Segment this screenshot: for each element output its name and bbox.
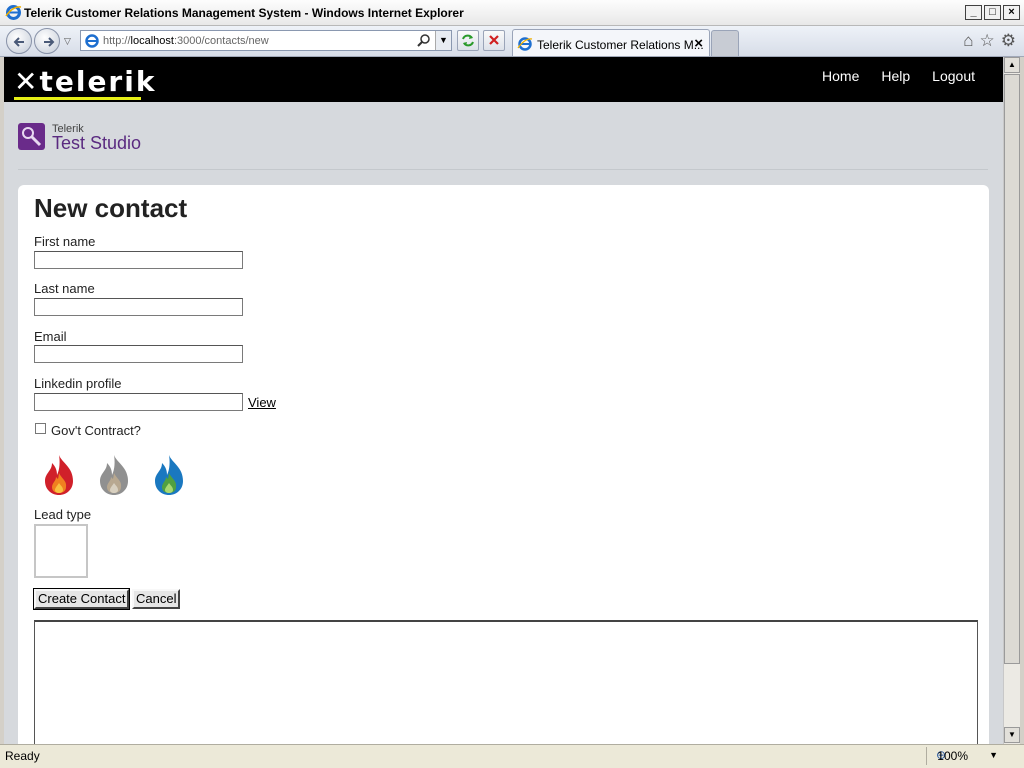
scroll-up-icon[interactable]: ▲ [1004, 57, 1020, 73]
minimize-button[interactable]: _ [965, 5, 982, 20]
browser-nav-bar: ▽ http://localhost:3000/contacts/new ▼ T… [0, 26, 1024, 57]
stop-icon [489, 35, 499, 45]
window-title: Telerik Customer Relations Management Sy… [24, 6, 464, 20]
back-arrow-icon [13, 37, 24, 47]
new-contact-card: New contact First name Last name Email L… [18, 185, 989, 744]
scroll-thumb[interactable] [1004, 74, 1020, 664]
tab-close-icon[interactable]: × [694, 35, 703, 52]
forward-arrow-icon [44, 37, 55, 47]
email-label: Email [34, 329, 67, 344]
view-linkedin-link[interactable]: View [248, 395, 276, 410]
notes-textarea[interactable] [34, 620, 978, 744]
close-window-button[interactable]: × [1003, 5, 1020, 20]
forward-button[interactable] [34, 28, 60, 54]
address-bar[interactable]: http://localhost:3000/contacts/new ▼ [80, 30, 452, 51]
lead-type-label: Lead type [34, 507, 92, 522]
home-icon[interactable]: ⌂ [963, 31, 973, 51]
window-title-bar: Telerik Customer Relations Management Sy… [0, 0, 1024, 26]
nav-home-link[interactable]: Home [822, 68, 859, 84]
history-dropdown-icon[interactable]: ▽ [64, 36, 71, 47]
status-separator [926, 747, 927, 765]
search-icon[interactable] [417, 33, 431, 47]
last-name-label: Last name [34, 281, 95, 296]
refresh-button[interactable] [457, 30, 479, 51]
linkedin-label: Linkedin profile [34, 376, 122, 391]
new-tab-button[interactable] [711, 30, 739, 56]
scroll-down-icon[interactable]: ▼ [1004, 727, 1020, 743]
lead-type-drop-area[interactable] [34, 524, 88, 578]
linkedin-input[interactable] [34, 393, 243, 411]
cold-lead-icon[interactable] [95, 453, 133, 497]
maximize-button[interactable]: □ [984, 5, 1001, 20]
govt-contract-checkbox[interactable] [35, 423, 46, 434]
brand-big-text: Test Studio [52, 133, 142, 153]
first-name-label: First name [34, 234, 96, 249]
telerik-logo[interactable]: ✕telerik [14, 65, 156, 98]
status-bar: Ready ⊕ 100% ▼ [0, 744, 1024, 768]
top-nav: Home Help Logout [822, 68, 975, 84]
last-name-input[interactable] [34, 298, 243, 316]
nav-logout-link[interactable]: Logout [932, 68, 975, 84]
zoom-dropdown-icon[interactable]: ▼ [989, 750, 998, 760]
address-dropdown-icon[interactable]: ▼ [435, 31, 451, 50]
browser-tab[interactable]: Telerik Customer Relations M... × [512, 29, 710, 56]
telerik-mark-icon: ✕ [14, 65, 40, 98]
warm-lead-icon[interactable] [150, 453, 188, 497]
vertical-scrollbar[interactable]: ▲ ▼ [1003, 57, 1020, 744]
site-header: ✕telerik Home Help Logout [4, 57, 1003, 102]
page-favicon-icon [85, 34, 99, 48]
test-studio-icon [18, 123, 45, 150]
address-url[interactable]: http://localhost:3000/contacts/new [103, 35, 269, 47]
stop-button[interactable] [483, 30, 505, 51]
page-title: New contact [34, 193, 188, 223]
create-contact-button[interactable]: Create Contact [32, 588, 131, 610]
zoom-level[interactable]: 100% [937, 749, 968, 763]
header-divider [18, 169, 988, 170]
govt-contract-label: Gov't Contract? [51, 423, 141, 438]
tools-gear-icon[interactable]: ⚙ [1001, 31, 1016, 51]
hot-lead-icon[interactable] [40, 453, 78, 497]
favorites-star-icon[interactable]: ☆ [980, 31, 995, 51]
logo-underline [14, 97, 141, 100]
refresh-icon [462, 34, 474, 47]
cancel-button[interactable]: Cancel [132, 589, 181, 609]
email-input[interactable] [34, 345, 243, 363]
status-text: Ready [5, 749, 40, 763]
first-name-input[interactable] [34, 251, 243, 269]
back-button[interactable] [6, 28, 32, 54]
nav-help-link[interactable]: Help [881, 68, 910, 84]
tab-title: Telerik Customer Relations M... [537, 38, 704, 52]
tab-favicon-icon [517, 37, 533, 51]
page-viewport: ✕telerik Home Help Logout Telerik Test S… [4, 57, 1003, 744]
ie-logo-icon [5, 5, 22, 20]
